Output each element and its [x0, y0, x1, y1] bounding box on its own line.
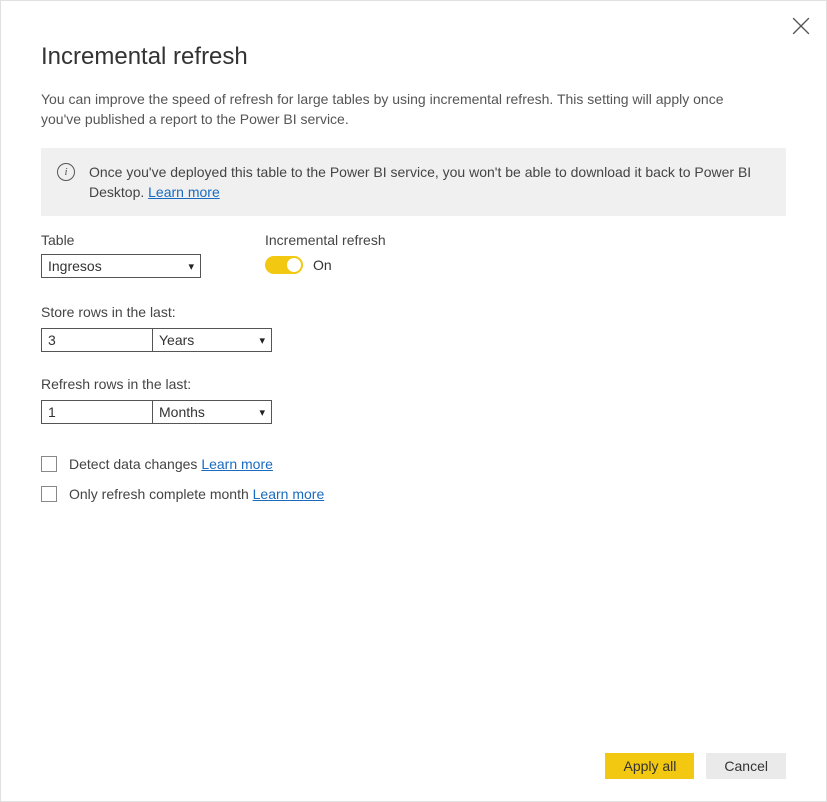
dialog-subtitle: You can improve the speed of refresh for… [41, 89, 741, 130]
only-complete-month-checkbox[interactable] [41, 486, 57, 502]
refresh-rows-label: Refresh rows in the last: [41, 376, 786, 392]
table-select-value: Ingresos [48, 258, 102, 274]
info-icon: i [57, 163, 75, 181]
dialog-title: Incremental refresh [41, 43, 786, 71]
store-rows-label: Store rows in the last: [41, 304, 786, 320]
cancel-button[interactable]: Cancel [706, 753, 786, 779]
store-rows-value-input[interactable]: 3 [41, 328, 153, 352]
only-complete-month-label: Only refresh complete month Learn more [69, 486, 324, 502]
complete-text: Only refresh complete month [69, 486, 253, 502]
store-rows-unit-select[interactable]: Years [152, 328, 272, 352]
detect-text: Detect data changes [69, 456, 201, 472]
dialog-footer: Apply all Cancel [41, 753, 786, 779]
table-label: Table [41, 232, 201, 248]
info-learn-more-link[interactable]: Learn more [148, 184, 220, 200]
table-select[interactable]: Ingresos [41, 254, 201, 278]
detect-data-changes-label: Detect data changes Learn more [69, 456, 273, 472]
detect-learn-more-link[interactable]: Learn more [201, 456, 273, 472]
refresh-rows-value: 1 [48, 404, 56, 420]
complete-learn-more-link[interactable]: Learn more [253, 486, 325, 502]
store-rows-value: 3 [48, 332, 56, 348]
toggle-knob [287, 258, 301, 272]
info-banner-text: Once you've deployed this table to the P… [89, 162, 770, 203]
info-banner: i Once you've deployed this table to the… [41, 148, 786, 217]
incremental-refresh-dialog: Incremental refresh You can improve the … [0, 0, 827, 802]
refresh-rows-unit-select[interactable]: Months [152, 400, 272, 424]
toggle-state-label: On [313, 257, 332, 273]
incremental-refresh-toggle[interactable] [265, 256, 303, 274]
store-rows-unit: Years [159, 332, 194, 348]
refresh-rows-value-input[interactable]: 1 [41, 400, 153, 424]
refresh-rows-unit: Months [159, 404, 205, 420]
apply-all-button[interactable]: Apply all [605, 753, 694, 779]
detect-data-changes-checkbox[interactable] [41, 456, 57, 472]
close-icon[interactable] [792, 17, 810, 35]
toggle-label: Incremental refresh [265, 232, 386, 248]
